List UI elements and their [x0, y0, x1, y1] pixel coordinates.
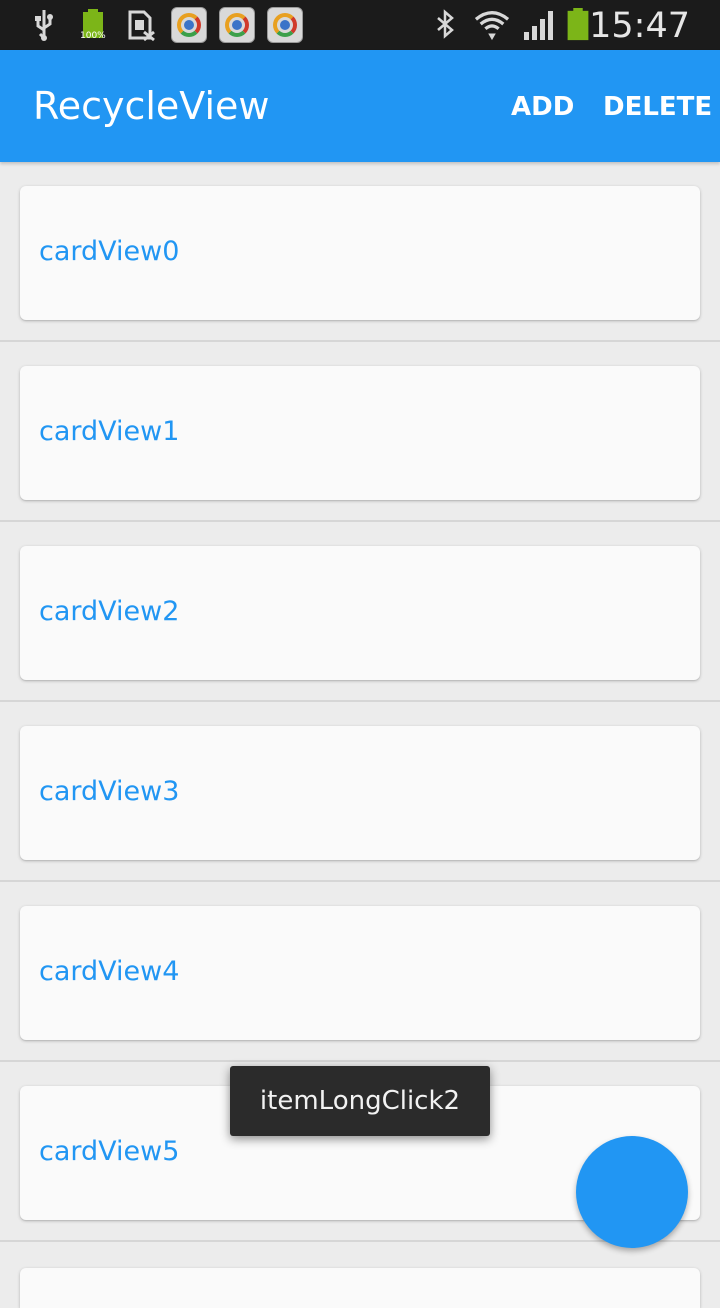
list-item: cardView3 [0, 702, 720, 882]
app-notification-icon [267, 7, 303, 43]
signal-icon [524, 11, 553, 40]
add-button[interactable]: ADD [511, 92, 574, 122]
delete-button[interactable]: DELETE [603, 92, 712, 122]
card-label: cardView3 [39, 776, 180, 807]
card-label: cardView1 [39, 416, 180, 447]
card-item[interactable]: cardView1 [20, 366, 700, 500]
status-clock: 15:47 [589, 6, 690, 46]
app-bar: RecycleView ADD DELETE [0, 50, 720, 162]
list-item: cardView4 [0, 882, 720, 1062]
battery-icon [567, 8, 589, 41]
list-item: cardView1 [0, 342, 720, 522]
card-item[interactable] [20, 1268, 700, 1308]
card-item[interactable]: cardView4 [20, 906, 700, 1040]
app-notification-icon [171, 7, 207, 43]
list-item: cardView2 [0, 522, 720, 702]
usb-icon [35, 10, 53, 41]
app-notification-icon [219, 7, 255, 43]
app-title: RecycleView [33, 84, 270, 128]
card-label: cardView0 [39, 236, 180, 267]
battery-percent-label: 100% [80, 31, 106, 41]
list-item [0, 1242, 720, 1308]
card-item[interactable]: cardView0 [20, 186, 700, 320]
card-item[interactable]: cardView3 [20, 726, 700, 860]
card-label: cardView5 [39, 1136, 180, 1167]
toast-message: itemLongClick2 [230, 1066, 490, 1136]
card-label: cardView2 [39, 596, 180, 627]
no-sim-icon [128, 10, 155, 42]
bluetooth-icon [437, 9, 454, 39]
status-bar: 100% 15:47 [0, 0, 720, 50]
list-item: cardView0 [0, 162, 720, 342]
floating-action-button[interactable] [576, 1136, 688, 1248]
card-item[interactable]: cardView2 [20, 546, 700, 680]
card-label: cardView4 [39, 956, 180, 987]
wifi-icon [474, 11, 510, 41]
